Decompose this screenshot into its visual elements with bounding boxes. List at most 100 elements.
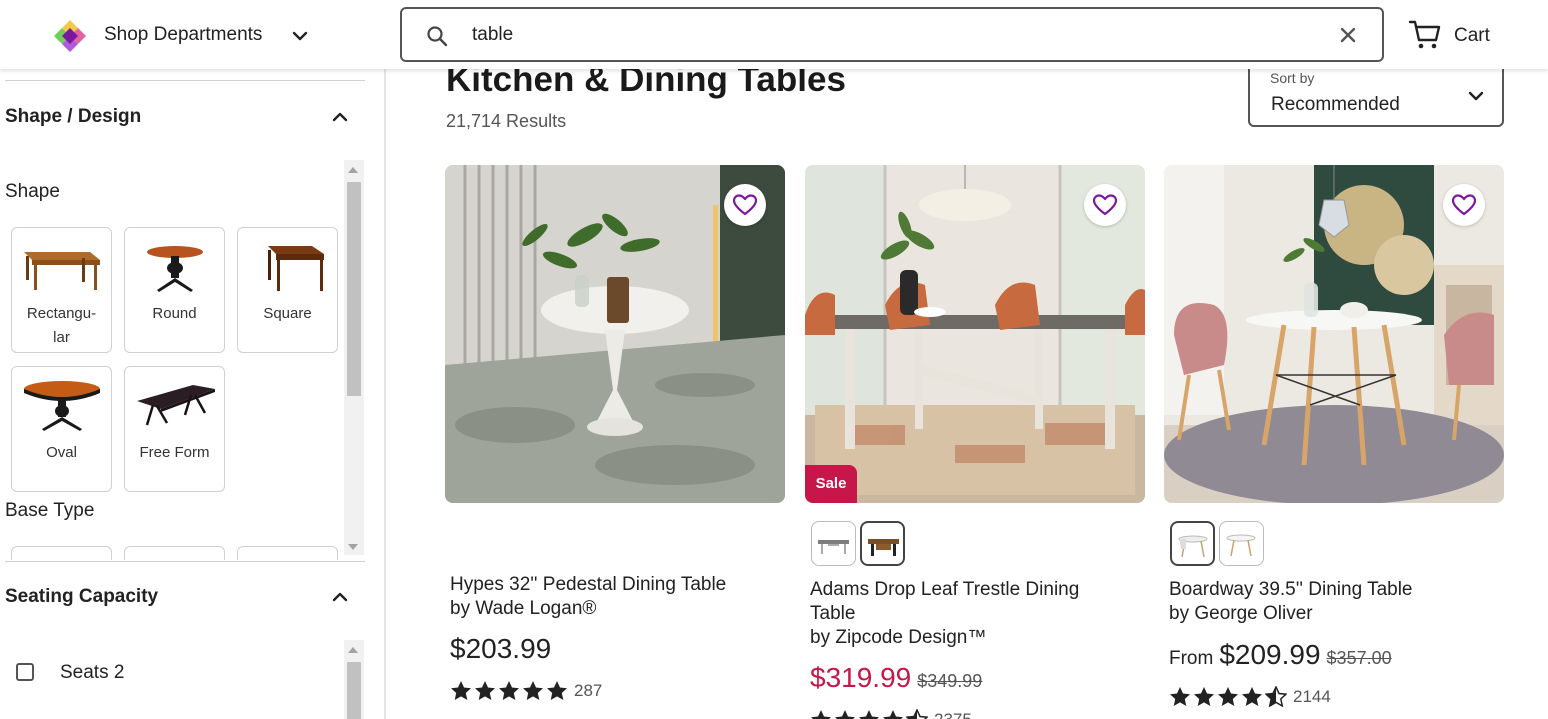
seating-scrollbar[interactable]: [344, 640, 364, 719]
rectangular-table-icon: [24, 252, 100, 290]
star-full-icon: [1242, 687, 1262, 706]
cart-label[interactable]: Cart: [1454, 25, 1490, 47]
star-full-icon: [1194, 687, 1214, 706]
color-swatch-selected[interactable]: [1170, 521, 1215, 566]
scroll-thumb[interactable]: [347, 182, 361, 396]
shape-filter-free-form[interactable]: Free Form: [124, 366, 225, 492]
product-brand[interactable]: by Wade Logan®: [450, 597, 596, 621]
star-full-icon: [547, 681, 567, 700]
star-full-icon: [811, 710, 831, 719]
shape-subtitle: Shape: [5, 181, 60, 202]
scroll-up-arrow[interactable]: [348, 167, 358, 173]
star-half-icon: [1265, 686, 1287, 707]
shop-departments-label[interactable]: Shop Departments: [104, 24, 262, 46]
heart-icon: [1452, 194, 1476, 216]
product-card[interactable]: Sale Adams Drop Leaf Trestle Dining Tabl…: [805, 165, 1145, 719]
sort-value: Recommended: [1271, 94, 1400, 115]
free-form-table-icon: [137, 385, 215, 426]
swatch-table-white-icon: [1178, 535, 1208, 558]
shape-label: Free Form: [139, 444, 210, 461]
rating-row[interactable]: 2144: [1169, 686, 1331, 707]
cart-icon[interactable]: [1408, 18, 1442, 50]
product-name[interactable]: Hypes 32'' Pedestal Dining Table: [450, 573, 726, 597]
shape-label-continued: lar: [53, 329, 70, 346]
shape-label: Round: [152, 305, 197, 322]
shape-design-title[interactable]: Shape / Design: [5, 106, 141, 128]
product-name[interactable]: Adams Drop Leaf Trestle Dining: [810, 578, 1079, 602]
review-count: 2144: [1293, 686, 1331, 706]
star-full-icon: [1170, 687, 1190, 706]
color-swatch-selected[interactable]: [860, 521, 905, 566]
base-type-subtitle: Base Type: [5, 500, 95, 521]
product-sale-price: $319.99: [810, 662, 912, 693]
shape-label: Rectangu-: [26, 305, 97, 322]
price-row: $203.99: [450, 633, 551, 665]
wayfair-logo-icon[interactable]: [54, 20, 86, 52]
product-name[interactable]: Boardway 39.5'' Dining Table: [1169, 578, 1413, 602]
color-swatch[interactable]: [1219, 521, 1264, 566]
oval-table-icon: [24, 381, 100, 431]
base-type-filter-tile[interactable]: [237, 546, 338, 560]
seats-2-label[interactable]: Seats 2: [60, 662, 124, 684]
favorite-button[interactable]: [1443, 184, 1485, 226]
star-full-icon: [883, 710, 903, 719]
star-full-icon: [451, 681, 471, 700]
product-sale-price: $209.99: [1219, 639, 1321, 670]
scroll-up-arrow[interactable]: [348, 647, 358, 653]
price-prefix: From: [1169, 648, 1214, 669]
star-full-icon: [523, 681, 543, 700]
clear-search-icon[interactable]: [1338, 25, 1358, 45]
star-half-icon: [906, 709, 928, 719]
star-full-icon: [835, 710, 855, 719]
swatch-table-white-alt-icon: [1226, 534, 1256, 557]
swatch-table-gray-icon: [818, 540, 849, 554]
square-table-icon: [268, 246, 324, 291]
rating-row[interactable]: 287: [450, 680, 602, 701]
shape-filter-oval[interactable]: Oval: [11, 366, 112, 492]
shape-label: Square: [263, 305, 312, 322]
chevron-down-icon: [1468, 91, 1484, 101]
results-count: 21,714 Results: [446, 111, 567, 131]
swatch-table-brown-icon: [868, 539, 899, 556]
product-brand[interactable]: by George Oliver: [1169, 602, 1313, 626]
scroll-down-arrow[interactable]: [348, 544, 358, 550]
shape-filter-square[interactable]: Square: [237, 227, 338, 353]
base-type-filter-tile[interactable]: [11, 546, 112, 560]
product-card[interactable]: Boardway 39.5'' Dining Table by George O…: [1164, 165, 1504, 719]
star-full-icon: [859, 710, 879, 719]
star-full-icon: [1218, 687, 1238, 706]
seating-capacity-title[interactable]: Seating Capacity: [5, 586, 158, 608]
favorite-button[interactable]: [1084, 184, 1126, 226]
chevron-up-icon[interactable]: [330, 587, 350, 607]
shape-scrollbar[interactable]: [344, 160, 364, 555]
chevron-down-icon[interactable]: [290, 26, 310, 46]
favorite-button[interactable]: [724, 184, 766, 226]
shape-filter-rectangular[interactable]: Rectangu- lar: [11, 227, 112, 353]
shape-label: Oval: [46, 444, 77, 461]
review-count: 2375: [934, 709, 972, 719]
shape-filter-round[interactable]: Round: [124, 227, 225, 353]
price-row: From $209.99 $357.00: [1169, 639, 1392, 671]
heart-icon: [733, 194, 757, 216]
search-bar: [400, 7, 1384, 62]
product-original-price: $349.99: [917, 671, 983, 691]
seats-2-checkbox[interactable]: [16, 663, 34, 681]
round-table-icon: [147, 246, 203, 292]
scroll-thumb[interactable]: [347, 662, 361, 719]
review-count: 287: [574, 680, 603, 700]
base-type-filter-tile[interactable]: [124, 546, 225, 560]
color-swatch[interactable]: [811, 521, 856, 566]
product-brand[interactable]: by Zipcode Design™: [810, 626, 986, 650]
product-name-continued[interactable]: Table: [810, 602, 855, 626]
product-card[interactable]: Hypes 32'' Pedestal Dining Table by Wade…: [445, 165, 785, 719]
product-original-price: $357.00: [1326, 648, 1392, 668]
sale-badge: Sale: [805, 465, 857, 503]
search-input[interactable]: [472, 21, 1312, 49]
divider: [5, 80, 365, 81]
chevron-up-icon[interactable]: [330, 107, 350, 127]
rating-row[interactable]: 2375: [810, 709, 972, 719]
star-full-icon: [475, 681, 495, 700]
search-icon[interactable]: [426, 25, 448, 47]
price-row: $319.99 $349.99: [810, 662, 982, 694]
heart-icon: [1093, 194, 1117, 216]
